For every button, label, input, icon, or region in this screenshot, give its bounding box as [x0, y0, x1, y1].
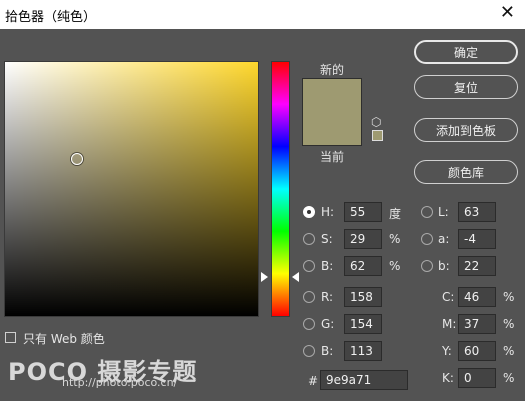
close-icon[interactable]: ✕: [500, 2, 515, 23]
r-field[interactable]: 158: [344, 287, 382, 307]
color-field[interactable]: [4, 61, 259, 317]
radio-g[interactable]: [303, 318, 315, 330]
s-field[interactable]: 29: [344, 229, 382, 249]
ok-button[interactable]: 确定: [414, 40, 518, 64]
current-color-label: 当前: [320, 150, 345, 164]
lab-b-field[interactable]: 22: [458, 256, 496, 276]
new-color-label: 新的: [320, 63, 345, 77]
h-unit: 度: [389, 207, 402, 221]
radio-a[interactable]: [421, 233, 433, 245]
y-unit: %: [503, 344, 515, 358]
color-picker-ring[interactable]: [71, 153, 83, 165]
m-label: M:: [442, 317, 457, 331]
l-field[interactable]: 63: [458, 202, 496, 222]
s-unit: %: [389, 232, 401, 246]
poco-watermark-url: http://photo.poco.cn/: [62, 376, 178, 389]
r-label: R:: [321, 290, 334, 304]
window-title: 拾色器（纯色）: [5, 10, 97, 25]
hex-field[interactable]: 9e9a71: [320, 370, 408, 390]
s-label: S:: [321, 232, 333, 246]
k-field[interactable]: 0: [458, 368, 496, 388]
radio-l[interactable]: [421, 206, 433, 218]
cube-icon[interactable]: ⬡: [371, 115, 381, 129]
hue-slider[interactable]: [271, 61, 290, 317]
l-label: L:: [438, 205, 449, 219]
hex-label: #: [308, 374, 319, 388]
hue-slider-right-handle[interactable]: [292, 272, 299, 282]
y-label: Y:: [442, 344, 452, 358]
color-libraries-button[interactable]: 颜色库: [414, 160, 518, 184]
h-label: H:: [321, 205, 335, 219]
color-preview: [302, 78, 362, 146]
web-safe-swatch[interactable]: [372, 130, 383, 141]
radio-s[interactable]: [303, 233, 315, 245]
a-field[interactable]: -4: [458, 229, 496, 249]
k-unit: %: [503, 371, 515, 385]
b-field[interactable]: 62: [344, 256, 382, 276]
web-colors-checkbox[interactable]: [5, 332, 16, 343]
reset-button[interactable]: 复位: [414, 75, 518, 99]
hue-slider-left-handle[interactable]: [261, 272, 268, 282]
h-field[interactable]: 55: [344, 202, 382, 222]
a-label: a:: [438, 232, 450, 246]
lab-b-label: b:: [438, 259, 450, 273]
y-field[interactable]: 60: [458, 341, 496, 361]
c-field[interactable]: 46: [458, 287, 496, 307]
new-color-swatch: [303, 79, 361, 113]
g-field[interactable]: 154: [344, 314, 382, 334]
radio-r[interactable]: [303, 291, 315, 303]
m-field[interactable]: 37: [458, 314, 496, 334]
c-unit: %: [503, 290, 515, 304]
g-label: G:: [321, 317, 335, 331]
m-unit: %: [503, 317, 515, 331]
current-color-swatch[interactable]: [303, 113, 361, 145]
radio-h[interactable]: [303, 206, 315, 218]
b-label: B:: [321, 259, 334, 273]
title-bar: 拾色器（纯色） ✕: [0, 0, 525, 29]
b-unit: %: [389, 259, 401, 273]
c-label: C:: [442, 290, 455, 304]
radio-b[interactable]: [303, 260, 315, 272]
k-label: K:: [442, 371, 454, 385]
radio-lab-b[interactable]: [421, 260, 433, 272]
radio-blue[interactable]: [303, 345, 315, 357]
web-colors-label: 只有 Web 颜色: [23, 332, 105, 346]
blue-label: B:: [321, 344, 334, 358]
blue-field[interactable]: 113: [344, 341, 382, 361]
add-to-swatches-button[interactable]: 添加到色板: [414, 118, 518, 142]
